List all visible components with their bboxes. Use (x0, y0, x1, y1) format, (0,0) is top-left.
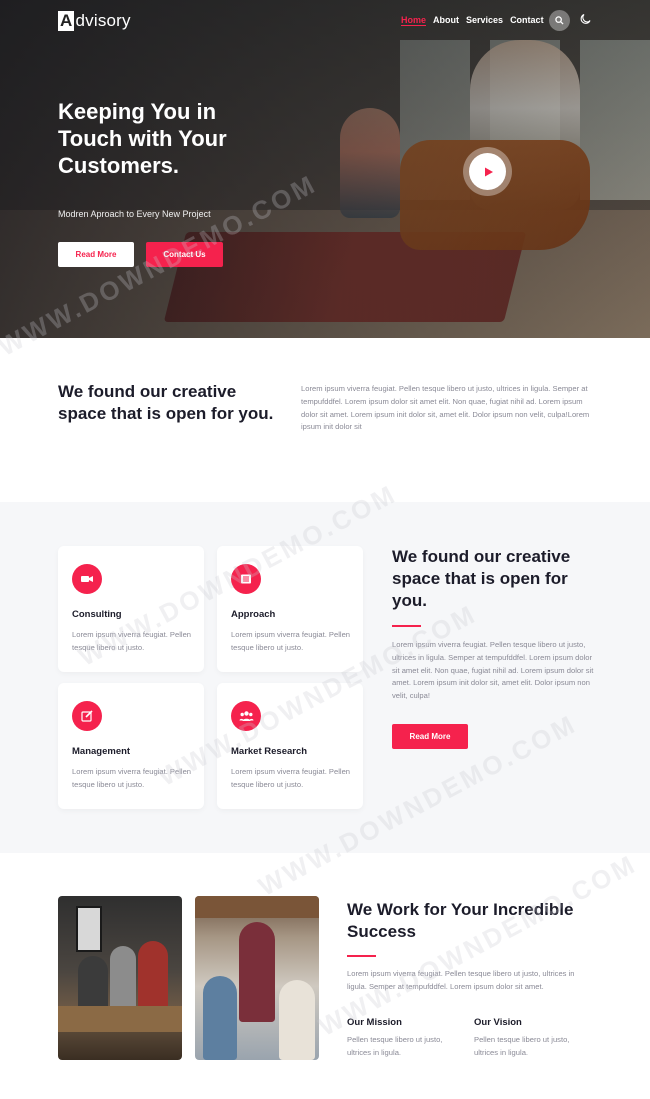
play-icon (484, 167, 493, 176)
mission-title: Our Mission (347, 1017, 402, 1028)
service-card-approach[interactable]: Approach Lorem ipsum viverra feugiat. Pe… (217, 546, 363, 672)
person-silhouette (239, 922, 275, 1022)
hero-title: Keeping You in Touch with Your Customers… (58, 99, 227, 178)
nav-item-services[interactable]: Services (466, 15, 503, 26)
watermark-text: WWW.DOWNDEMO.COM (313, 848, 642, 1042)
office-team-photo (195, 896, 319, 1060)
logo-text: dvisory (75, 11, 131, 30)
card-title: Approach (231, 609, 276, 620)
accent-divider (392, 625, 421, 627)
card-icon-circle (72, 701, 102, 731)
service-card-consulting[interactable]: Consulting Lorem ipsum viverra feugiat. … (58, 546, 204, 672)
list-icon (241, 574, 251, 584)
nav-item-home[interactable]: Home (401, 15, 427, 26)
vision-title: Our Vision (474, 1017, 522, 1028)
card-icon-circle (231, 701, 261, 731)
search-icon (555, 16, 564, 25)
mission-text: Pellen tesque libero ut justo, ultrices … (347, 1035, 443, 1057)
services-read-more-button[interactable]: Read More (392, 724, 468, 749)
service-card-management[interactable]: Management Lorem ipsum viverra feugiat. … (58, 683, 204, 809)
nav-item-about[interactable]: About (433, 15, 459, 26)
intro-text: Lorem ipsum viverra feugiat. Pellen tesq… (301, 384, 590, 432)
card-icon-circle (231, 564, 261, 594)
service-card-market-research[interactable]: Market Research Lorem ipsum viverra feug… (217, 683, 363, 809)
search-button[interactable] (549, 10, 570, 31)
about-title: We Work for Your Incredible Success (347, 900, 574, 941)
services-title: We found our creative space that is open… (392, 547, 571, 610)
card-text: Lorem ipsum viverra feugiat. Pellen tesq… (231, 630, 351, 652)
card-text: Lorem ipsum viverra feugiat. Pellen tesq… (72, 630, 192, 652)
vision-text: Pellen tesque libero ut justo, ultrices … (474, 1035, 570, 1057)
card-title: Market Research (231, 746, 308, 757)
logo-mark: A (58, 11, 75, 31)
nav-item-contact[interactable]: Contact (510, 15, 544, 26)
wall-poster (76, 906, 102, 952)
about-text: Lorem ipsum viverra feugiat. Pellen tesq… (347, 969, 575, 991)
accent-divider (347, 955, 376, 957)
card-text: Lorem ipsum viverra feugiat. Pellen tesq… (231, 767, 351, 789)
moon-icon[interactable] (580, 13, 592, 25)
read-more-button[interactable]: Read More (58, 242, 134, 267)
card-text: Lorem ipsum viverra feugiat. Pellen tesq… (72, 767, 192, 789)
card-title: Consulting (72, 609, 122, 620)
site-logo[interactable]: Advisory (58, 11, 131, 31)
users-icon (239, 711, 253, 721)
video-play-button[interactable] (463, 147, 512, 196)
play-button-inner (469, 153, 506, 190)
hero-section: Advisory Home About Services Contact Kee… (0, 0, 650, 338)
person-silhouette (279, 980, 315, 1060)
person-silhouette (203, 976, 237, 1060)
edit-icon (81, 710, 93, 722)
table-surface (58, 1006, 182, 1032)
contact-us-button[interactable]: Contact Us (146, 242, 223, 267)
ceiling (195, 896, 319, 918)
team-meeting-photo (58, 896, 182, 1060)
video-camera-icon (81, 576, 93, 582)
card-icon-circle (72, 564, 102, 594)
intro-title: We found our creative space that is open… (58, 382, 274, 423)
main-nav: Home About Services Contact (401, 15, 544, 26)
services-text: Lorem ipsum viverra feugiat. Pellen tesq… (392, 640, 594, 701)
card-title: Management (72, 746, 131, 757)
hero-subtitle: Modren Aproach to Every New Project (58, 209, 211, 219)
